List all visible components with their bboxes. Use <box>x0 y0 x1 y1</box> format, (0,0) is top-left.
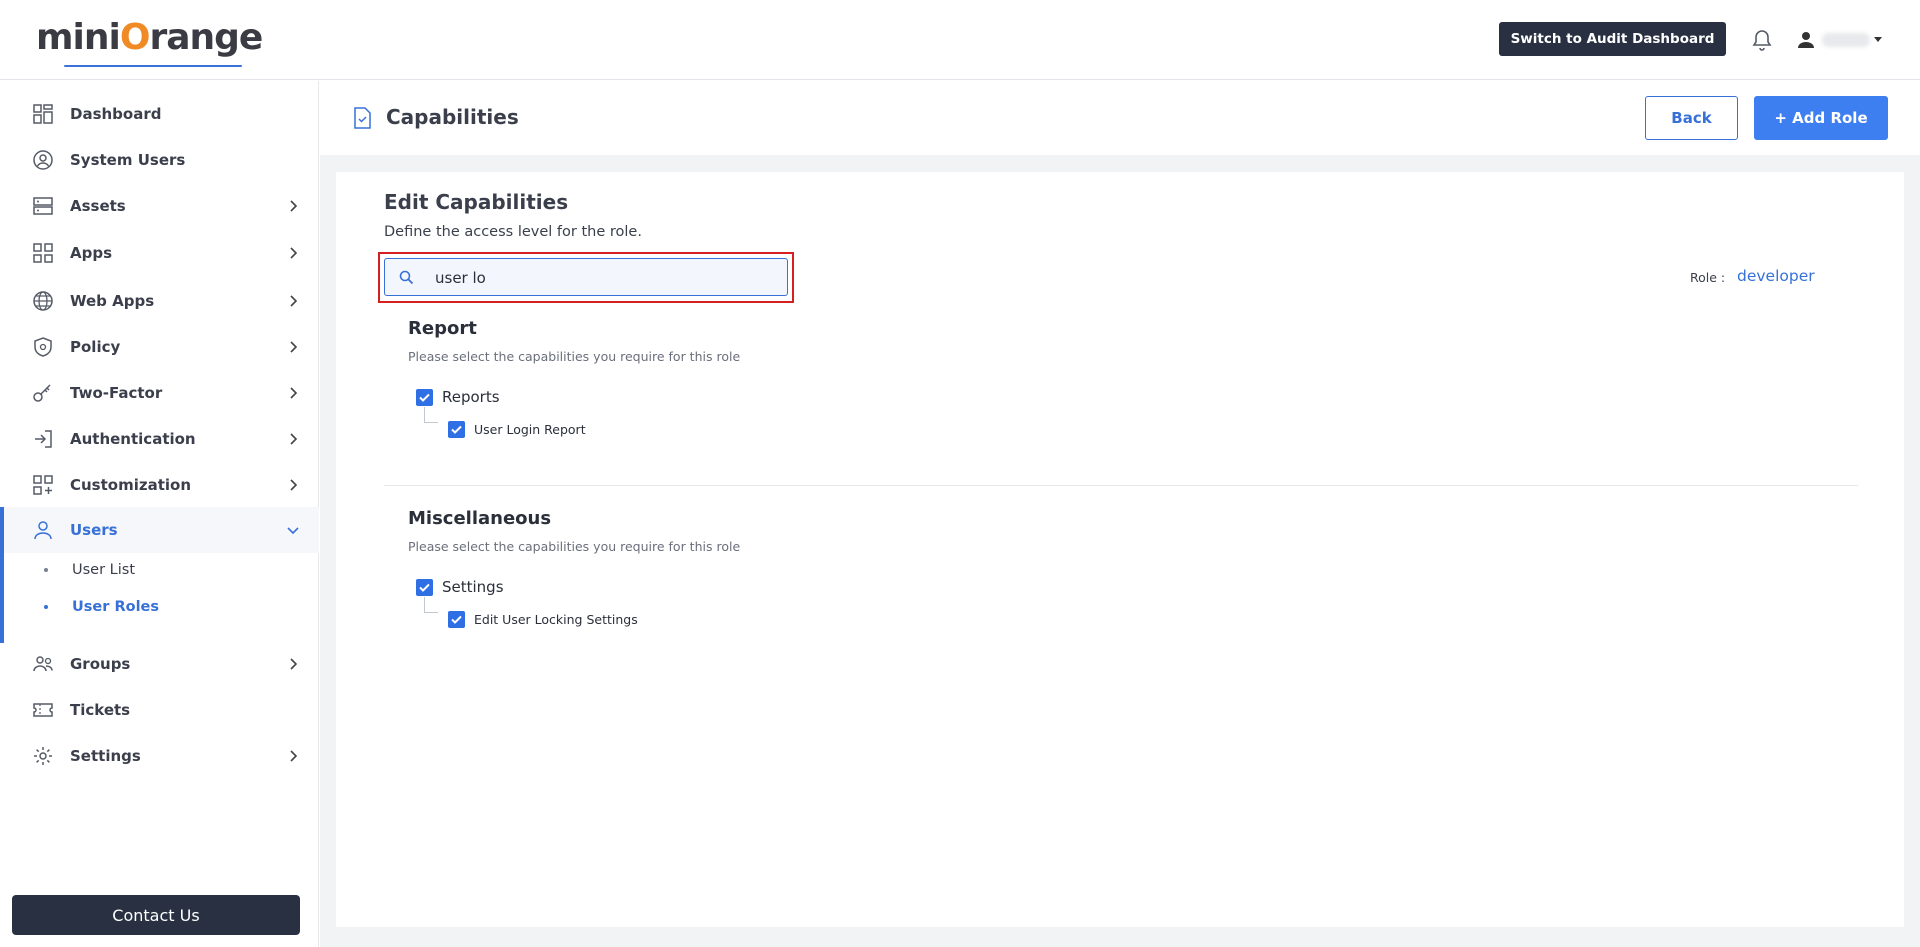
section-title-report: Report <box>408 318 477 339</box>
key-icon <box>33 384 51 402</box>
sidebar-item-label: Users <box>70 521 118 539</box>
edit-capabilities-title: Edit Capabilities <box>384 190 569 214</box>
user-icon <box>1798 32 1814 48</box>
logo-text-suffix: range <box>149 17 263 58</box>
sidebar-item-settings[interactable]: Settings <box>0 733 319 779</box>
user-circle-icon <box>33 150 53 170</box>
sidebar-item-dashboard[interactable]: Dashboard <box>0 91 319 137</box>
tree-connector <box>424 597 438 613</box>
logo-underline <box>64 65 242 67</box>
chevron-right-icon <box>290 658 298 670</box>
sidebar-subitem-user-roles[interactable]: User Roles <box>0 590 319 624</box>
sidebar-item-label: Customization <box>70 476 192 494</box>
chevron-right-icon <box>290 200 298 212</box>
sidebar-subitem-label: User Roles <box>72 599 159 615</box>
dashboard-icon <box>33 104 53 124</box>
active-section-indicator <box>0 507 4 643</box>
sidebar-item-web-apps[interactable]: Web Apps <box>0 278 319 324</box>
tree-connector <box>424 407 438 423</box>
server-icon <box>33 197 53 215</box>
sidebar-item-users[interactable]: Users <box>0 507 319 553</box>
chevron-down-icon <box>1874 37 1882 42</box>
sidebar-item-label: Apps <box>70 244 113 262</box>
ticket-icon <box>33 703 53 717</box>
miniorange-logo[interactable]: miniOrange <box>36 18 268 68</box>
sidebar-item-two-factor[interactable]: Two-Factor <box>0 370 319 416</box>
user-login-report-checkbox[interactable] <box>448 421 465 438</box>
section-subtitle-miscellaneous: Please select the capabilities you requi… <box>408 539 741 554</box>
section-divider <box>384 485 1858 486</box>
chevron-right-icon <box>290 247 298 259</box>
customization-icon <box>33 475 53 495</box>
add-role-button[interactable]: + Add Role <box>1754 96 1888 140</box>
edit-user-locking-settings-label: Edit User Locking Settings <box>474 612 638 627</box>
sidebar-item-system-users[interactable]: System Users <box>0 137 319 183</box>
sidebar-item-label: Authentication <box>70 430 196 448</box>
sidebar-item-customization[interactable]: Customization <box>0 462 319 508</box>
bell-icon[interactable] <box>1750 28 1774 52</box>
sidebar-item-label: Groups <box>70 655 131 673</box>
login-icon <box>35 430 52 448</box>
apps-grid-icon <box>33 243 53 263</box>
section-subtitle-report: Please select the capabilities you requi… <box>408 349 741 364</box>
user-name-redacted <box>1822 33 1870 47</box>
chevron-right-icon <box>290 433 298 445</box>
chevron-right-icon <box>290 387 298 399</box>
capability-search-input[interactable] <box>435 266 775 290</box>
edit-capabilities-subtitle: Define the access level for the role. <box>384 224 642 240</box>
sidebar-item-apps[interactable]: Apps <box>0 230 319 276</box>
bullet-icon <box>44 568 48 572</box>
capability-search-box[interactable] <box>384 258 788 296</box>
edit-capabilities-card: Edit Capabilities Define the access leve… <box>336 172 1904 927</box>
sidebar-item-tickets[interactable]: Tickets <box>0 687 319 733</box>
sidebar-item-label: Dashboard <box>70 105 162 123</box>
bullet-icon <box>44 605 48 609</box>
sidebar-item-label: Policy <box>70 338 121 356</box>
search-icon <box>399 270 414 285</box>
sidebar-item-label: Tickets <box>70 701 131 719</box>
settings-checkbox[interactable] <box>416 579 433 596</box>
globe-icon <box>33 291 53 311</box>
reports-checkbox[interactable] <box>416 389 433 406</box>
contact-us-button[interactable]: Contact Us <box>12 895 300 935</box>
edit-user-locking-settings-checkbox[interactable] <box>448 611 465 628</box>
sidebar-item-policy[interactable]: Policy <box>0 324 319 370</box>
role-label: Role : <box>1690 270 1726 285</box>
sidebar-item-assets[interactable]: Assets <box>0 183 319 229</box>
switch-audit-dashboard-button[interactable]: Switch to Audit Dashboard <box>1499 22 1726 56</box>
page-header: Capabilities Back + Add Role <box>320 81 1920 155</box>
chevron-down-icon <box>287 527 299 535</box>
sidebar-item-label: System Users <box>70 151 186 169</box>
top-header: miniOrange Switch to Audit Dashboard <box>0 0 1920 80</box>
logo-text-prefix: mini <box>36 17 121 58</box>
chevron-right-icon <box>290 295 298 307</box>
gear-icon <box>34 747 52 765</box>
document-check-icon <box>354 107 371 129</box>
page-title: Capabilities <box>386 105 519 129</box>
chevron-right-icon <box>290 479 298 491</box>
logo-text-o: O <box>119 17 151 58</box>
sidebar: Dashboard System Users Assets Apps Web A… <box>0 81 319 947</box>
reports-checkbox-label: Reports <box>442 388 500 406</box>
sidebar-subitem-user-list[interactable]: User List <box>0 553 319 587</box>
groups-icon <box>33 656 53 672</box>
settings-checkbox-label: Settings <box>442 578 504 596</box>
chevron-right-icon <box>290 341 298 353</box>
user-menu[interactable] <box>1794 28 1884 52</box>
sidebar-item-groups[interactable]: Groups <box>0 641 319 687</box>
chevron-right-icon <box>290 750 298 762</box>
back-button[interactable]: Back <box>1645 96 1738 140</box>
sidebar-item-label: Web Apps <box>70 292 155 310</box>
sidebar-subitem-label: User List <box>72 562 136 578</box>
sidebar-item-authentication[interactable]: Authentication <box>0 416 319 462</box>
sidebar-item-label: Two-Factor <box>70 384 163 402</box>
role-value: developer <box>1737 267 1815 285</box>
section-title-miscellaneous: Miscellaneous <box>408 508 552 529</box>
sidebar-item-label: Assets <box>70 197 126 215</box>
shield-icon <box>34 337 52 357</box>
sidebar-item-label: Settings <box>70 747 141 765</box>
user-login-report-label: User Login Report <box>474 422 586 437</box>
user-icon <box>34 521 52 540</box>
